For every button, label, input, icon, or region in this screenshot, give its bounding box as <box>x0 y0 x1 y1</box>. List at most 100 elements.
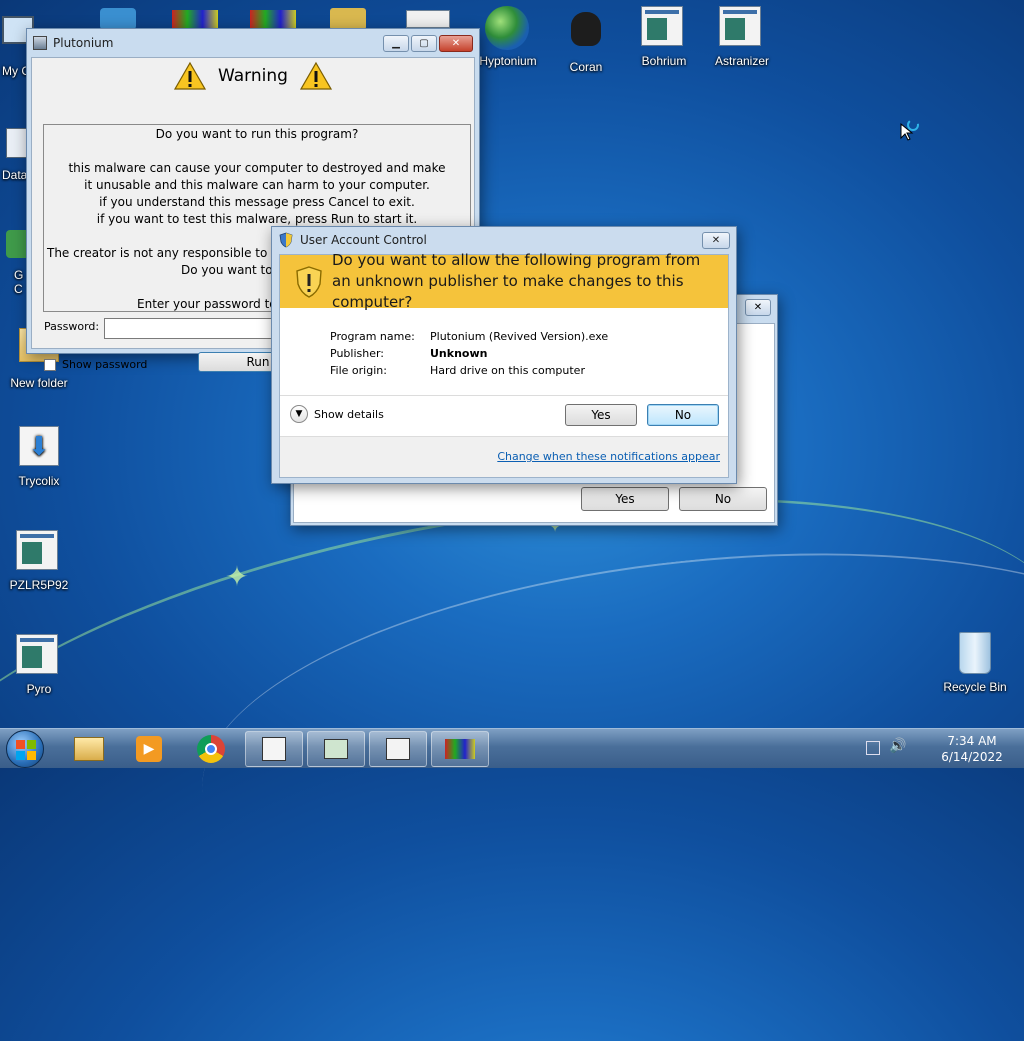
clock-time: 7:34 AM <box>947 734 997 748</box>
password-label: Password: <box>44 320 100 333</box>
window-title: Plutonium <box>53 36 114 50</box>
warning-icon <box>174 61 207 90</box>
close-icon: ✕ <box>711 234 721 246</box>
desktop-icon-label: Hyptonium <box>479 54 537 68</box>
windows-flag-icon <box>445 739 475 759</box>
minimize-button[interactable]: ▁ <box>383 34 409 52</box>
app-window-icon <box>262 737 286 761</box>
message-line: if you understand this message press Can… <box>99 195 415 209</box>
taskbar-plutonium[interactable] <box>431 731 489 767</box>
uac-title: User Account Control <box>300 233 427 247</box>
desktop-icon-bohrium[interactable]: Bohrium <box>626 6 702 68</box>
clock-date: 6/14/2022 <box>941 750 1003 764</box>
windows-logo-icon <box>16 740 36 760</box>
publisher-value: Unknown <box>430 347 488 360</box>
show-password-label: Show password <box>62 358 148 371</box>
recycle-bin-icon <box>952 632 998 678</box>
show-details-label: Show details <box>314 407 384 421</box>
show-details-toggle[interactable]: ▼ Show details <box>290 405 384 423</box>
warning-heading: Warning <box>218 66 288 86</box>
partially-hidden-icon <box>100 8 136 30</box>
uac-question-banner: Do you want to allow the following progr… <box>280 251 728 311</box>
app-window-icon <box>16 634 62 680</box>
warning-icon <box>299 61 332 90</box>
desktop-icon-label: Trycolix <box>18 474 60 488</box>
title-bar: Plutonium ▁ ▢ ✕ <box>27 29 479 57</box>
show-password-checkbox[interactable]: Show password <box>44 358 147 371</box>
uac-details-values: Plutonium (Revived Version).exe Unknown … <box>430 328 608 379</box>
busy-cursor-icon <box>899 118 923 142</box>
windows-flag-icon <box>172 10 218 30</box>
message-line: it unusable and this malware can harm to… <box>84 178 430 192</box>
close-icon: ✕ <box>451 37 461 49</box>
taskbar-app-2[interactable] <box>307 731 365 767</box>
minimize-icon: ▁ <box>392 37 400 49</box>
chrome-icon <box>197 735 225 763</box>
close-button[interactable]: ✕ <box>439 34 473 52</box>
change-notifications-link[interactable]: Change when these notifications appear <box>497 450 720 463</box>
close-icon: ✕ <box>753 302 763 313</box>
app-window-icon <box>641 6 687 52</box>
wallpaper-glow: ✦ <box>225 560 249 593</box>
network-icon[interactable] <box>866 741 880 755</box>
uac-details-labels: Program name: Publisher: File origin: <box>330 328 415 379</box>
desktop-icon-label: Astranizer <box>714 54 770 68</box>
uac-question: Do you want to allow the following progr… <box>332 251 701 311</box>
uac-footer: Change when these notifications appear <box>280 436 728 477</box>
program-name-label: Program name: <box>330 330 415 343</box>
folder-icon <box>74 737 104 761</box>
close-button[interactable]: ✕ <box>745 299 771 316</box>
checkbox-box <box>44 358 56 371</box>
yes-button[interactable]: Yes <box>581 487 669 511</box>
desktop-icon-trycolix[interactable]: ⬇ Trycolix <box>1 426 77 488</box>
file-origin-label: File origin: <box>330 364 387 377</box>
desktop-icon-label: Coran <box>569 60 603 74</box>
uac-warning-shield-icon <box>296 265 322 298</box>
desktop-icon-astranizer[interactable]: Astranizer <box>704 6 780 68</box>
program-name-value: Plutonium (Revived Version).exe <box>430 330 609 343</box>
desktop-icon-pzlr5p92[interactable]: PZLR5P92 <box>1 530 77 592</box>
app-window-icon <box>386 738 410 760</box>
publisher-label: Publisher: <box>330 347 385 360</box>
desktop-icon-coran[interactable]: Coran <box>548 6 624 74</box>
taskbar-chrome[interactable] <box>182 731 240 767</box>
desktop-icon-pyro[interactable]: Pyro <box>1 634 77 696</box>
start-button[interactable] <box>6 730 44 768</box>
warning-header: Warning <box>32 58 474 94</box>
uac-client: Do you want to allow the following progr… <box>279 251 729 478</box>
app-icon <box>33 36 47 50</box>
taskbar-app-1[interactable] <box>245 731 303 767</box>
question-text: Do you want to run this program? <box>155 127 359 141</box>
no-button[interactable]: No <box>679 487 767 511</box>
windows-flag-icon <box>250 10 296 30</box>
globe-icon <box>485 6 531 52</box>
desktop-icon-label: PZLR5P92 <box>9 578 69 592</box>
uac-dialog: User Account Control ✕ Do you want to al… <box>271 226 737 484</box>
password-input[interactable] <box>104 318 284 339</box>
app-window-icon <box>719 6 765 52</box>
partially-hidden-icon <box>330 8 366 30</box>
volume-icon[interactable]: 🔊 <box>889 738 906 754</box>
media-player-icon: ▶ <box>136 736 162 762</box>
chevron-down-icon: ▼ <box>290 405 308 423</box>
taskbar-explorer[interactable] <box>60 731 118 767</box>
app-window-icon <box>324 739 348 759</box>
divider <box>280 395 728 396</box>
desktop-icon-recycle-bin[interactable]: Recycle Bin <box>937 630 1013 694</box>
bull-skull-icon <box>563 12 609 58</box>
message-line: this malware can cause your computer to … <box>68 161 446 175</box>
app-window-icon <box>16 530 62 576</box>
maximize-button[interactable]: ▢ <box>411 34 437 52</box>
file-origin-value: Hard drive on this computer <box>430 364 585 377</box>
taskbar: ▶ 🔊 7:34 AM 6/14/2022 <box>0 728 1024 768</box>
taskbar-media-player[interactable]: ▶ <box>120 731 178 767</box>
taskbar-app-3[interactable] <box>369 731 427 767</box>
desktop-icon-label: Pyro <box>26 682 52 696</box>
uac-shield-icon <box>279 232 293 248</box>
uac-no-button[interactable]: No <box>647 404 719 426</box>
desktop-icon-label: Recycle Bin <box>943 680 1007 694</box>
uac-yes-button[interactable]: Yes <box>565 404 637 426</box>
clock[interactable]: 7:34 AM 6/14/2022 <box>930 733 1014 765</box>
uac-close-button[interactable]: ✕ <box>702 231 730 249</box>
desktop-icon-hyptonium[interactable]: Hyptonium <box>470 6 546 68</box>
